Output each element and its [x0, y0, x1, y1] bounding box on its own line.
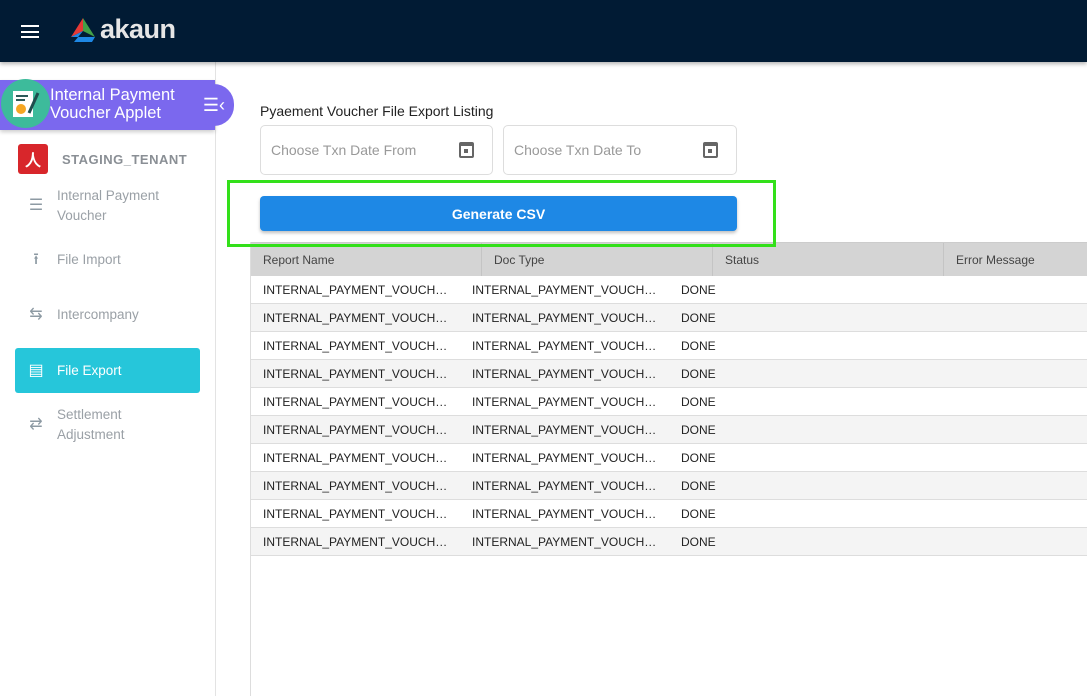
table-row[interactable]: INTERNAL_PAYMENT_VOUCHER_EXPO... INTERNAL… — [251, 388, 1087, 416]
report-name-cell: INTERNAL_PAYMENT_VOUCHER_EXPO... — [263, 422, 460, 437]
table-row[interactable]: INTERNAL_PAYMENT_VOUCHER_EXPO... INTERNAL… — [251, 416, 1087, 444]
top-bar: akaun — [0, 0, 1087, 62]
tenant-name: STAGING_TENANT — [62, 151, 188, 167]
doc-type-cell: INTERNAL_PAYMENT_VOUCHER — [472, 534, 661, 549]
report-name-cell: INTERNAL_PAYMENT_VOUCHER_EXPO... — [263, 506, 460, 521]
upload-icon: ⭱ — [33, 251, 39, 268]
doc-type-cell: INTERNAL_PAYMENT_VOUCHER — [472, 310, 661, 325]
page-title: Pyaement Voucher File Export Listing — [260, 103, 494, 119]
applet-header: Internal Payment Voucher Applet ☰‹ — [0, 79, 234, 130]
compare-arrows-icon: ⇆ — [29, 306, 43, 323]
doc-type-cell: INTERNAL_PAYMENT_VOUCHER — [472, 394, 661, 409]
doc-type-cell: INTERNAL_PAYMENT_VOUCHER — [472, 282, 661, 297]
generate-csv-button[interactable]: Generate CSV — [260, 196, 737, 231]
sidebar-item-intercompany[interactable]: ⇆ Intercompany — [15, 305, 200, 325]
column-header-report-name[interactable]: Report Name — [251, 243, 482, 276]
tenant: 人 STAGING_TENANT — [18, 144, 187, 174]
report-name-cell: INTERNAL_PAYMENT_VOUCHER_EXPO... — [263, 478, 460, 493]
table-header: Report Name Doc Type Status Error Messag… — [251, 242, 1087, 276]
table-row[interactable]: INTERNAL_PAYMENT_VOUCHER_EXPO... INTERNAL… — [251, 500, 1087, 528]
sidebar-item-label: Internal Payment — [57, 188, 160, 203]
table-row[interactable]: INTERNAL_PAYMENT_VOUCHER_EXPO... INTERNAL… — [251, 360, 1087, 388]
report-name-cell: INTERNAL_PAYMENT_VOUCHER_EXPO... — [263, 282, 460, 297]
doc-type-cell: INTERNAL_PAYMENT_VOUCHER — [472, 478, 661, 493]
status-cell: DONE — [681, 534, 716, 549]
applet-title-line1: Internal Payment — [50, 86, 175, 104]
sidebar-item-label: Adjustment — [57, 427, 125, 442]
status-cell: DONE — [681, 422, 716, 437]
sidebar-item-label: Settlement — [57, 407, 122, 422]
menu-icon[interactable] — [21, 25, 39, 38]
status-cell: DONE — [681, 506, 716, 521]
sidebar-item-file-import[interactable]: ⭱ File Import — [15, 250, 200, 270]
doc-type-cell: INTERNAL_PAYMENT_VOUCHER — [472, 338, 661, 353]
report-name-cell: INTERNAL_PAYMENT_VOUCHER_EXPO... — [263, 450, 460, 465]
table-row[interactable]: INTERNAL_PAYMENT_VOUCHER_EXPO... INTERNAL… — [251, 472, 1087, 500]
collapse-sidebar-button[interactable]: ☰‹ — [194, 84, 234, 126]
sidebar-item-label: File Import — [57, 252, 121, 267]
calendar-icon[interactable] — [703, 142, 718, 158]
sidebar-item-label: File Export — [57, 362, 122, 378]
table-row[interactable]: INTERNAL_PAYMENT_VOUCHER_EXPO... INTERNAL… — [251, 332, 1087, 360]
table-row[interactable]: INTERNAL_PAYMENT_VOUCHER_EXPO... INTERNAL… — [251, 276, 1087, 304]
swap-icon: ⇄ — [29, 416, 43, 433]
status-cell: DONE — [681, 450, 716, 465]
sidebar-item-file-export[interactable]: ▤ File Export — [15, 348, 200, 393]
column-header-status[interactable]: Status — [713, 243, 944, 276]
sidebar-item-label: Intercompany — [57, 307, 139, 322]
status-cell: DONE — [681, 338, 716, 353]
sidebar-item-label: Voucher — [57, 208, 107, 223]
doc-type-cell: INTERNAL_PAYMENT_VOUCHER — [472, 366, 661, 381]
applet-title-line2: Voucher Applet — [50, 104, 162, 122]
report-name-cell: INTERNAL_PAYMENT_VOUCHER_EXPO... — [263, 366, 460, 381]
akaun-logo-icon — [71, 17, 95, 42]
date-to-placeholder: Choose Txn Date To — [514, 142, 642, 158]
status-cell: DONE — [681, 366, 716, 381]
sidebar-item-internal-payment-voucher[interactable]: ☰ Internal Payment Voucher — [15, 186, 200, 226]
report-name-cell: INTERNAL_PAYMENT_VOUCHER_EXPO... — [263, 394, 460, 409]
akaun-logo[interactable]: akaun — [70, 14, 176, 45]
calendar-icon[interactable] — [459, 142, 474, 158]
status-cell: DONE — [681, 282, 716, 297]
list-alt-icon: ▤ — [28, 361, 44, 379]
column-header-error-message[interactable]: Error Message — [944, 243, 1087, 276]
date-from-field[interactable]: Choose Txn Date From — [260, 125, 493, 175]
sidebar: Internal Payment Voucher Applet ☰‹ 人 STA… — [0, 62, 234, 696]
table-row[interactable]: INTERNAL_PAYMENT_VOUCHER_EXPO... INTERNAL… — [251, 304, 1087, 332]
menu-open-icon: ☰‹ — [202, 94, 226, 115]
applet-title: Internal Payment Voucher Applet — [50, 86, 175, 122]
column-header-doc-type[interactable]: Doc Type — [482, 243, 713, 276]
status-cell: DONE — [681, 478, 716, 493]
status-cell: DONE — [681, 310, 716, 325]
voucher-applet-icon — [1, 79, 50, 128]
report-name-cell: INTERNAL_PAYMENT_VOUCHER_EXPO... — [263, 310, 460, 325]
table-body: INTERNAL_PAYMENT_VOUCHER_EXPO... INTERNAL… — [251, 276, 1087, 556]
table-row[interactable]: INTERNAL_PAYMENT_VOUCHER_EXPO... INTERNAL… — [251, 528, 1087, 556]
date-to-field[interactable]: Choose Txn Date To — [503, 125, 737, 175]
logo-text: akaun — [100, 14, 176, 44]
table-row[interactable]: INTERNAL_PAYMENT_VOUCHER_EXPO... INTERNAL… — [251, 444, 1087, 472]
doc-type-cell: INTERNAL_PAYMENT_VOUCHER — [472, 506, 661, 521]
status-cell: DONE — [681, 394, 716, 409]
list-icon: ☰ — [28, 197, 44, 214]
export-table: Report Name Doc Type Status Error Messag… — [250, 242, 1087, 696]
date-from-placeholder: Choose Txn Date From — [271, 142, 417, 158]
report-name-cell: INTERNAL_PAYMENT_VOUCHER_EXPO... — [263, 338, 460, 353]
report-name-cell: INTERNAL_PAYMENT_VOUCHER_EXPO... — [263, 534, 460, 549]
sidebar-item-settlement-adjustment[interactable]: ⇄ Settlement Adjustment — [15, 405, 200, 445]
tenant-logo: 人 — [18, 144, 48, 174]
doc-type-cell: INTERNAL_PAYMENT_VOUCHER — [472, 450, 661, 465]
doc-type-cell: INTERNAL_PAYMENT_VOUCHER — [472, 422, 661, 437]
